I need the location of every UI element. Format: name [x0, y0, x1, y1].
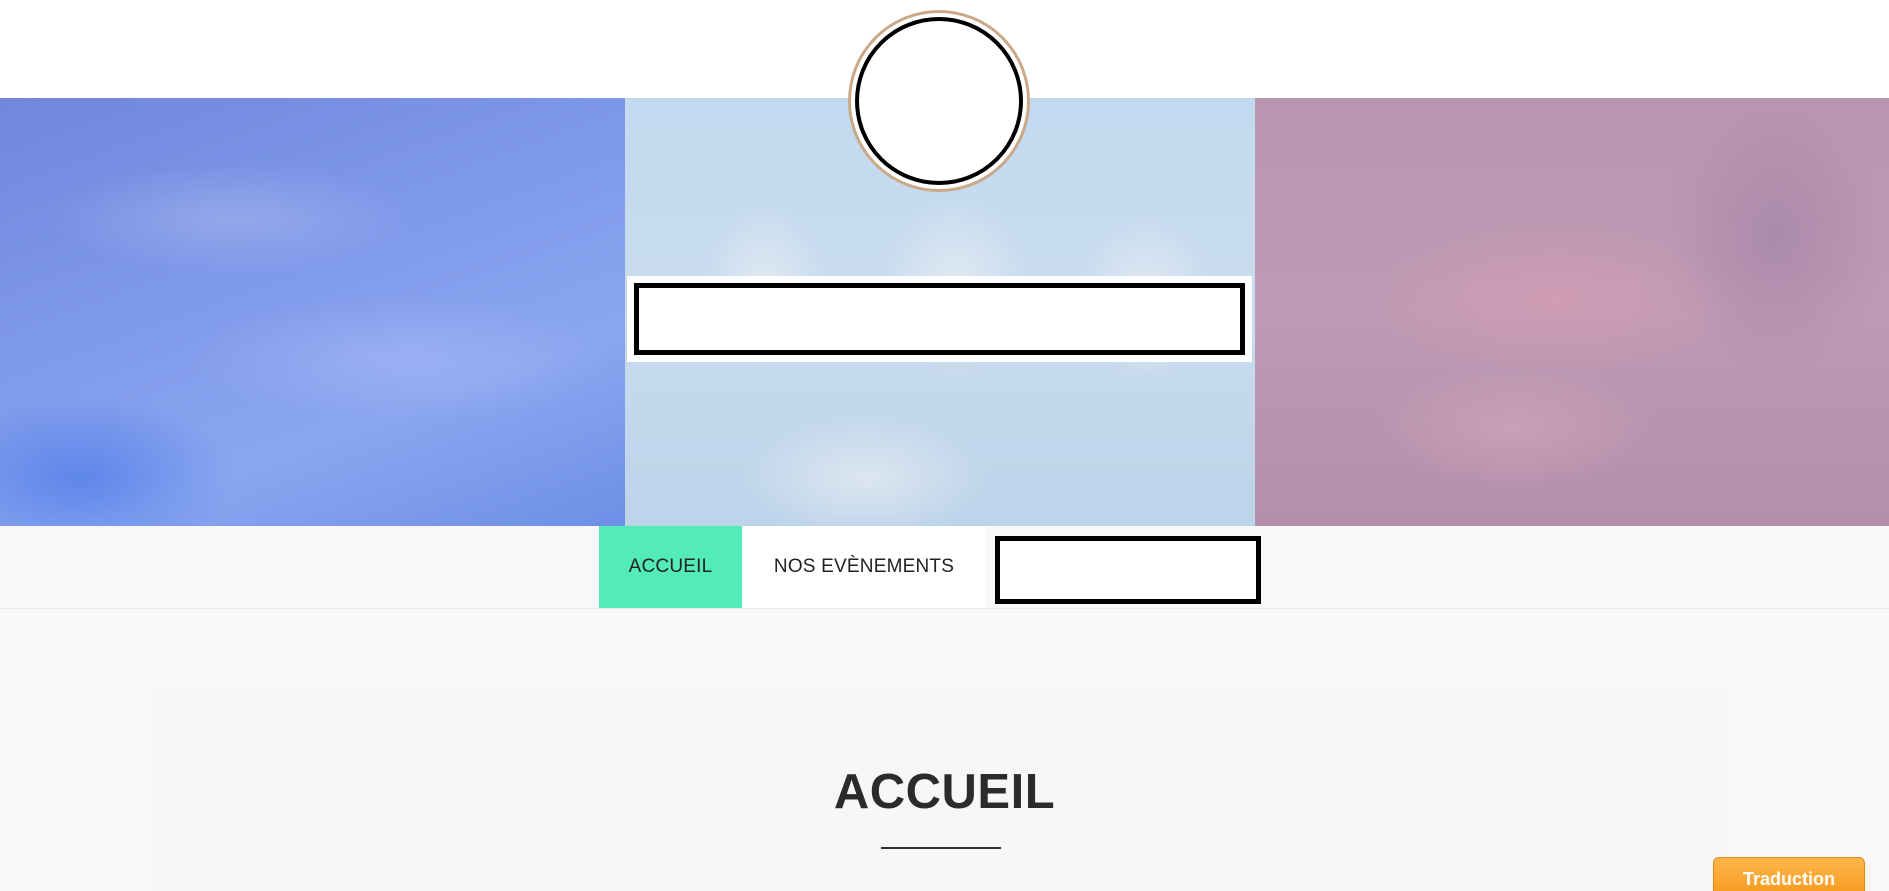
hero-image-left	[0, 98, 625, 526]
nav-item-label: NOS EVÈNEMENTS	[773, 556, 955, 577]
page-title: ACCUEIL	[833, 765, 1056, 819]
nav-item-redacted[interactable]	[995, 536, 1261, 604]
translate-button[interactable]: Traduction	[1713, 857, 1865, 891]
translate-label: Traduction	[1742, 869, 1835, 889]
hero-image-right	[1255, 98, 1889, 526]
title-divider	[881, 847, 1001, 849]
site-logo[interactable]	[855, 17, 1023, 185]
nav-item-label: ACCUEIL	[628, 556, 713, 577]
nav-item-accueil[interactable]: ACCUEIL	[599, 526, 742, 608]
main-navigation: ACCUEIL NOS EVÈNEMENTS	[0, 526, 1889, 609]
nav-item-nos-evenements[interactable]: NOS EVÈNEMENTS	[742, 526, 986, 608]
site-title-redacted	[634, 283, 1245, 355]
